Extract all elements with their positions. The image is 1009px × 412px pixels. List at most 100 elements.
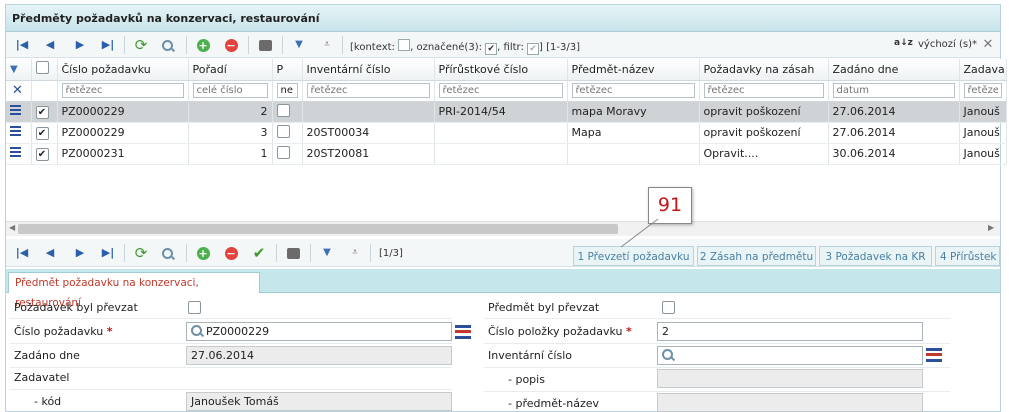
tab-form-predmet[interactable]: Předmět požadavku na konzervaci, restaur…	[8, 272, 260, 309]
add-record-icon[interactable]: +	[195, 245, 211, 261]
col-header-prirustkove[interactable]: Přírůstkové číslo	[434, 59, 568, 81]
filter-zadavatel-input[interactable]	[963, 83, 1002, 98]
row-p-checkbox[interactable]	[276, 145, 290, 159]
delete-record-icon[interactable]: −	[223, 37, 239, 53]
next-record-icon[interactable]: ▶	[72, 245, 88, 261]
filter-poradi-input[interactable]	[192, 83, 268, 98]
table-row[interactable]: ✔ PZ0000229 2 PRI-2014/54 mapa Moravy op…	[6, 101, 1007, 123]
inventarni-cislo-field[interactable]	[657, 346, 923, 365]
zadano-dne-field: 27.06.2014	[186, 346, 452, 365]
last-record-icon[interactable]: ▶|	[100, 245, 116, 261]
tab-pozadavek-na-kr[interactable]: 3 Požadavek na KR	[819, 246, 932, 266]
col-header-zadano[interactable]: Zadáno dne	[828, 59, 960, 81]
lookup-search-icon[interactable]	[191, 325, 202, 336]
scrollbar-thumb[interactable]	[18, 224, 618, 234]
cell-prirustkove: PRI-2014/54	[434, 101, 568, 123]
prev-record-icon[interactable]: ◀	[42, 245, 58, 261]
items-grid: ▼ Číslo požadavku Pořadí P Inventární čí…	[6, 59, 1007, 165]
delete-record-icon[interactable]: −	[223, 245, 239, 261]
first-record-icon[interactable]: |◀	[14, 37, 30, 53]
filter-zadano-input[interactable]	[832, 83, 955, 98]
cell-cislo: PZ0000231	[57, 143, 189, 165]
tab-prevzeti-pozadavku[interactable]: 1 Převzetí požadavku	[573, 246, 694, 266]
label-kod: - kód	[34, 395, 62, 408]
print-icon[interactable]	[285, 245, 301, 261]
col-header-pozadavky[interactable]: Požadavky na zásah	[699, 59, 829, 81]
filter-pozadavky-input[interactable]	[703, 83, 824, 98]
context-status: [kontext: , označené(3): ✔, filtr: ✔] [1…	[350, 39, 580, 55]
filter-prirustkove-input[interactable]	[438, 83, 563, 98]
tab-zasah-na-predmetu[interactable]: 2 Zásah na předmětu	[697, 246, 816, 266]
table-row[interactable]: ✔ PZ0000229 3 20ST00034 Mapa opravit poš…	[6, 122, 1007, 144]
confirm-check-icon[interactable]: ✔	[251, 245, 267, 261]
list-picker-icon[interactable]	[926, 348, 942, 362]
select-all-checkbox[interactable]	[35, 61, 49, 75]
filter-p-input[interactable]	[276, 83, 298, 98]
row-checkbox[interactable]: ✔	[35, 126, 49, 140]
print-icon[interactable]	[257, 37, 273, 53]
marked-checkbox[interactable]: ✔	[485, 43, 498, 55]
grid-horizontal-scrollbar[interactable]: ◀ ▶	[6, 221, 1000, 236]
col-header-nazev[interactable]: Předmět-název	[567, 59, 700, 81]
next-record-icon[interactable]: ▶	[72, 37, 88, 53]
row-p-checkbox[interactable]	[276, 103, 290, 117]
refresh-icon[interactable]: ⟳	[133, 37, 149, 53]
filter-icon[interactable]: ▼	[319, 245, 335, 261]
settings-tools-icon[interactable]: ✕	[980, 37, 996, 53]
prev-record-icon[interactable]: ◀	[42, 37, 58, 53]
label-cislo-polozky: Číslo položky požadavku *	[488, 325, 632, 338]
clear-filter-icon[interactable]: ✕	[6, 80, 32, 102]
cislo-pozadavku-field[interactable]: PZ0000229	[186, 322, 452, 341]
window-title: Předměty požadavků na konzervaci, restau…	[12, 12, 320, 25]
kod-field: Janoušek Tomáš	[186, 392, 452, 411]
add-record-icon[interactable]: +	[195, 37, 211, 53]
col-header-p[interactable]: P	[272, 59, 303, 81]
default-sort-label[interactable]: výchozí (s)*	[918, 39, 977, 50]
grid-header: ▼ Číslo požadavku Pořadí P Inventární čí…	[6, 59, 1007, 81]
row-detail-icon[interactable]	[10, 147, 21, 157]
lookup-search-icon[interactable]	[662, 349, 673, 360]
table-row[interactable]: ✔ PZ0000231 1 20ST20081 Opravit.... 30.0…	[6, 143, 1007, 165]
search-icon[interactable]	[161, 37, 177, 53]
cell-poradi: 1	[188, 143, 273, 165]
label-cislo-pozadavku: Číslo požadavku *	[14, 325, 113, 338]
scroll-left-icon[interactable]: ◀	[9, 223, 15, 232]
row-detail-icon[interactable]	[10, 126, 21, 136]
pozadavek-prevzat-checkbox[interactable]	[188, 301, 201, 314]
first-record-icon[interactable]: |◀	[14, 245, 30, 261]
last-record-icon[interactable]: ▶|	[100, 37, 116, 53]
filter-cislo-input[interactable]	[61, 83, 184, 98]
filter-checkbox[interactable]: ✔	[527, 43, 540, 55]
refresh-icon[interactable]: ⟳	[133, 245, 149, 261]
filter-clear-icon[interactable]: ⩡	[319, 37, 335, 53]
list-picker-icon[interactable]	[455, 325, 471, 339]
search-icon[interactable]	[161, 245, 177, 261]
context-checkbox[interactable]	[398, 39, 411, 51]
header-filter-icon[interactable]: ▼	[6, 59, 32, 81]
predmet-prevzat-checkbox[interactable]	[662, 301, 675, 314]
row-checkbox[interactable]: ✔	[35, 105, 49, 119]
cell-inventarni	[302, 101, 435, 123]
col-header-poradi[interactable]: Pořadí	[188, 59, 273, 81]
filter-inventarni-input[interactable]	[306, 83, 430, 98]
sort-az-icon[interactable]: a↓z	[894, 38, 913, 48]
row-checkbox[interactable]: ✔	[35, 147, 49, 161]
header-select-all[interactable]	[31, 59, 58, 81]
filter-clear-icon[interactable]: ⩡	[347, 245, 363, 261]
col-header-zadavatel[interactable]: Zadava	[959, 59, 1007, 81]
cell-inventarni: 20ST00034	[302, 122, 435, 144]
filter-icon[interactable]: ▼	[291, 37, 307, 53]
col-header-cislo[interactable]: Číslo požadavku	[57, 59, 189, 81]
scroll-right-icon[interactable]: ▶	[988, 223, 994, 232]
cell-zadano: 27.06.2014	[828, 122, 960, 144]
col-header-inventarni[interactable]: Inventární číslo	[302, 59, 435, 81]
filter-nazev-input[interactable]	[571, 83, 695, 98]
cell-pozadavky: opravit poškození	[699, 101, 829, 123]
tab-prirustek[interactable]: 4 Přírůstek	[935, 246, 1000, 266]
form-tabbar: Předmět požadavku na konzervaci, restaur…	[6, 269, 1000, 309]
row-p-checkbox[interactable]	[276, 124, 290, 138]
predmet-nazev-field	[657, 393, 923, 412]
row-detail-icon[interactable]	[10, 105, 21, 115]
cislo-polozky-field[interactable]: 2	[657, 322, 923, 341]
popis-field	[657, 369, 923, 388]
